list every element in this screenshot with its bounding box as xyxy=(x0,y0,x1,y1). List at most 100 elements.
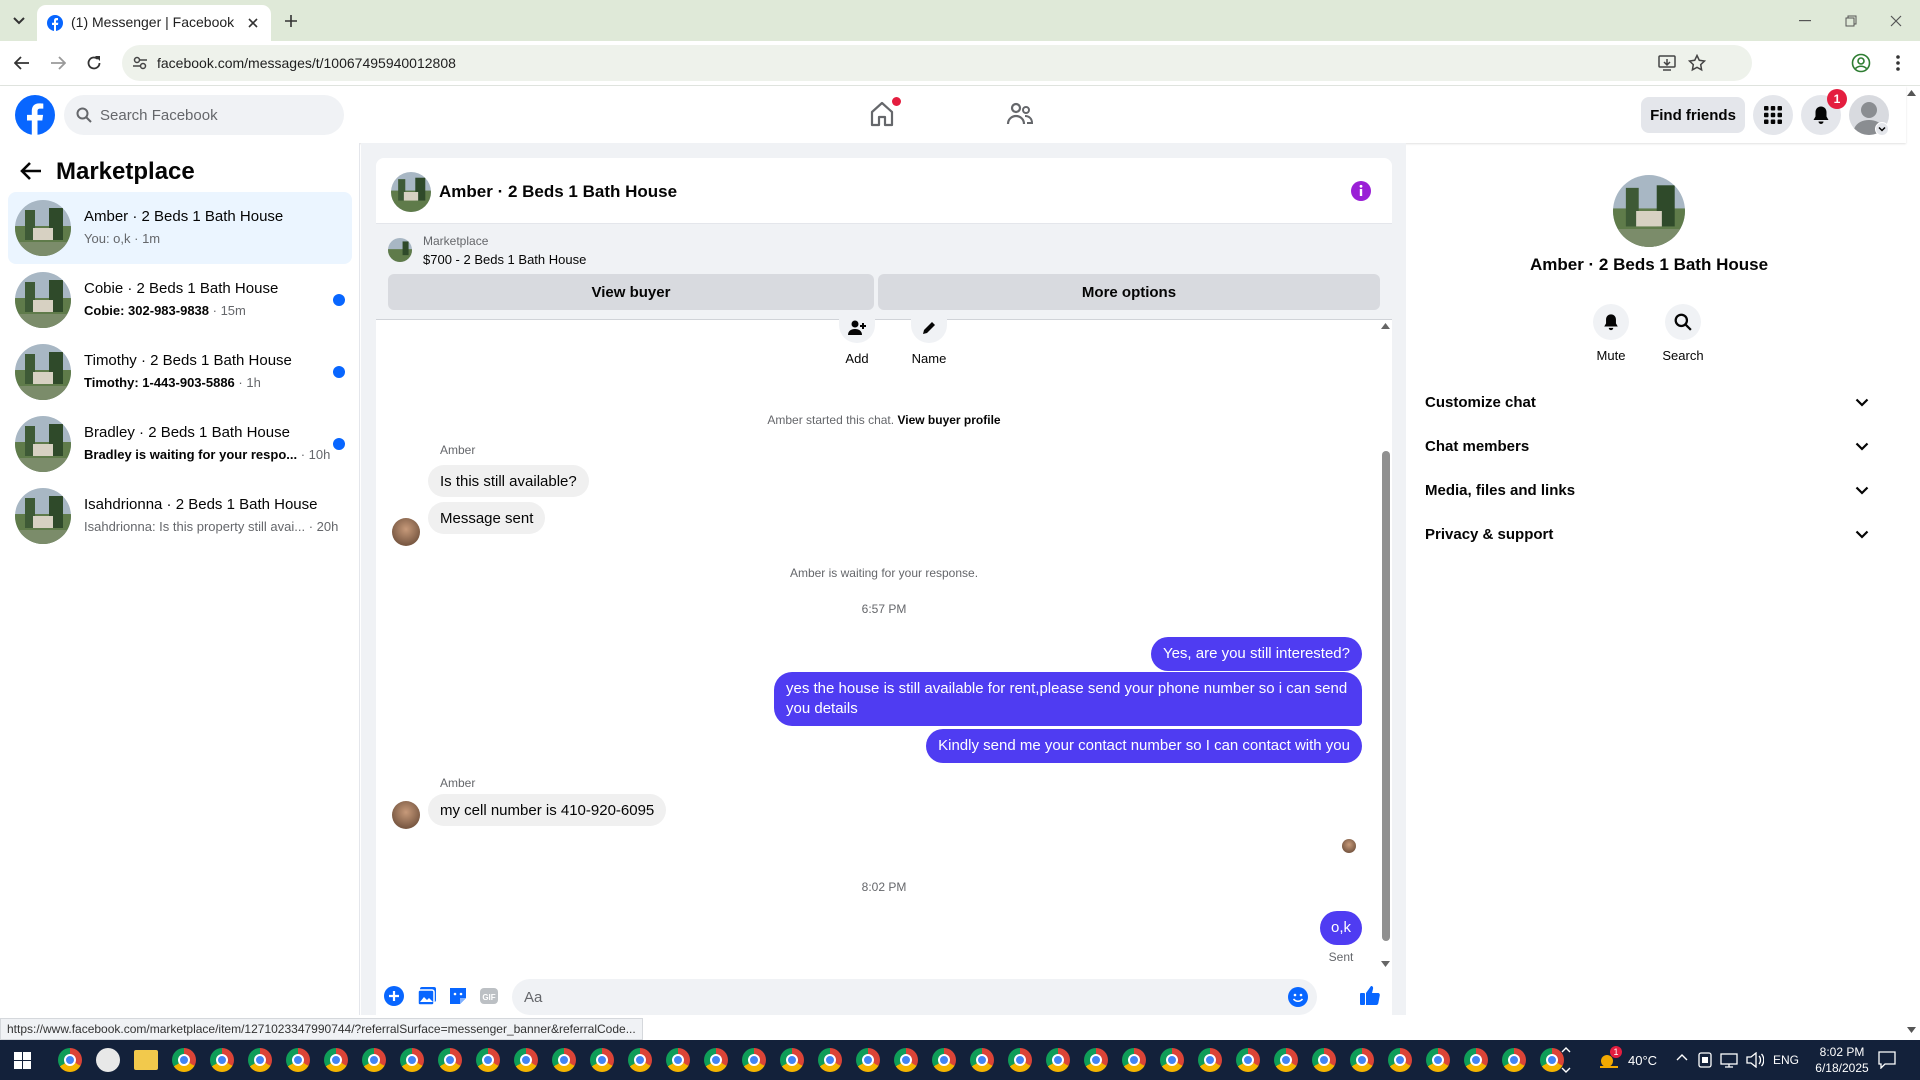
site-info-icon[interactable] xyxy=(132,55,148,71)
bookmark-star-icon[interactable] xyxy=(1688,54,1706,72)
view-buyer-button[interactable]: View buyer xyxy=(388,274,874,310)
find-friends-button[interactable]: Find friends xyxy=(1641,97,1745,133)
home-icon[interactable] xyxy=(868,97,901,128)
back-arrow-icon[interactable] xyxy=(20,161,42,181)
file-explorer-icon[interactable] xyxy=(134,1050,158,1070)
chrome-taskbar-icon[interactable] xyxy=(1008,1048,1032,1072)
chrome-taskbar-icon[interactable] xyxy=(514,1048,538,1072)
chrome-taskbar-icon[interactable] xyxy=(1502,1048,1526,1072)
chrome-taskbar-icon[interactable] xyxy=(1236,1048,1260,1072)
conversation-item-amber[interactable]: Amber · 2 Beds 1 Bath House You: o,k · 1… xyxy=(8,192,352,264)
message-scrollbar[interactable] xyxy=(1379,321,1392,971)
mute-action[interactable]: Mute xyxy=(1571,304,1651,363)
attach-photo-icon[interactable] xyxy=(417,986,437,1006)
name-action[interactable]: Name xyxy=(896,313,962,366)
chrome-taskbar-icon[interactable] xyxy=(1122,1048,1146,1072)
chrome-taskbar-icon[interactable] xyxy=(1350,1048,1374,1072)
chrome-taskbar-icon[interactable] xyxy=(1388,1048,1412,1072)
menu-grid-icon[interactable] xyxy=(1753,95,1793,135)
view-buyer-profile-link[interactable]: View buyer profile xyxy=(897,413,1000,427)
chrome-taskbar-icon[interactable] xyxy=(970,1048,994,1072)
add-people-action[interactable]: Add xyxy=(824,313,890,366)
chrome-taskbar-icon[interactable] xyxy=(476,1048,500,1072)
chrome-taskbar-icon[interactable] xyxy=(362,1048,386,1072)
chrome-taskbar-icon[interactable] xyxy=(932,1048,956,1072)
chrome-taskbar-icon[interactable] xyxy=(742,1048,766,1072)
message-input[interactable]: Aa xyxy=(512,979,1317,1015)
browser-menu-icon[interactable] xyxy=(1886,51,1910,75)
conversation-item-cobie[interactable]: Cobie · 2 Beds 1 Bath House Cobie: 302-9… xyxy=(8,264,352,336)
notification-center-icon[interactable] xyxy=(1878,1051,1896,1069)
chrome-taskbar-icon[interactable] xyxy=(1464,1048,1488,1072)
minimize-window-icon[interactable] xyxy=(1793,9,1817,33)
browser-tab-messenger[interactable]: (1) Messenger | Facebook xyxy=(37,5,271,41)
chrome-taskbar-icon[interactable] xyxy=(1198,1048,1222,1072)
chrome-taskbar-icon[interactable] xyxy=(1426,1048,1450,1072)
accordion-customize-chat[interactable]: Customize chat xyxy=(1425,380,1873,424)
chrome-taskbar-icon[interactable] xyxy=(400,1048,424,1072)
friends-icon[interactable] xyxy=(1006,100,1034,128)
chrome-taskbar-icon[interactable] xyxy=(172,1048,196,1072)
chat-avatar[interactable] xyxy=(391,172,431,212)
gif-icon[interactable]: GIF xyxy=(479,986,499,1006)
listing-thumbnail[interactable] xyxy=(388,238,412,262)
chrome-taskbar-icon[interactable] xyxy=(666,1048,690,1072)
chrome-taskbar-icon[interactable] xyxy=(856,1048,880,1072)
search-action[interactable]: Search xyxy=(1643,304,1723,363)
conversation-info-icon[interactable] xyxy=(1350,180,1372,202)
chrome-taskbar-icon[interactable] xyxy=(210,1048,234,1072)
sender-avatar[interactable] xyxy=(392,801,420,829)
chrome-taskbar-icon[interactable] xyxy=(590,1048,614,1072)
page-scroll-down-icon[interactable] xyxy=(1907,1027,1916,1033)
taskbar-overflow-icon[interactable] xyxy=(1561,1046,1571,1074)
scroll-up-arrow-icon[interactable] xyxy=(1381,323,1390,329)
scrollbar-thumb[interactable] xyxy=(1382,451,1390,941)
profile-icon[interactable] xyxy=(1849,51,1873,75)
search-facebook-input[interactable]: Search Facebook xyxy=(64,95,344,135)
chrome-taskbar-icon[interactable] xyxy=(438,1048,462,1072)
conversation-item-bradley[interactable]: Bradley · 2 Beds 1 Bath House Bradley is… xyxy=(8,408,352,480)
accordion-privacy-support[interactable]: Privacy & support xyxy=(1425,512,1873,556)
install-app-icon[interactable] xyxy=(1658,54,1676,72)
sticker-icon[interactable] xyxy=(448,986,468,1006)
chat-title[interactable]: Amber · 2 Beds 1 Bath House xyxy=(439,182,677,202)
chrome-taskbar-icon[interactable] xyxy=(1084,1048,1108,1072)
weather-icon[interactable]: 1 xyxy=(1598,1046,1622,1071)
listing-price-link[interactable]: $700 - 2 Beds 1 Bath House xyxy=(423,252,586,267)
page-scroll-up-icon[interactable] xyxy=(1907,90,1916,96)
chrome-taskbar-icon[interactable] xyxy=(552,1048,576,1072)
scroll-down-arrow-icon[interactable] xyxy=(1381,961,1390,967)
network-icon[interactable] xyxy=(1720,1052,1738,1068)
clock[interactable]: 8:02 PM 6/18/2025 xyxy=(1812,1044,1872,1076)
chrome-taskbar-icon[interactable] xyxy=(780,1048,804,1072)
accordion-chat-members[interactable]: Chat members xyxy=(1425,424,1873,468)
chrome-taskbar-icon[interactable] xyxy=(58,1048,82,1072)
close-window-icon[interactable] xyxy=(1884,9,1908,33)
notifications-bell-icon[interactable]: 1 xyxy=(1801,89,1847,135)
facebook-logo-icon[interactable] xyxy=(15,95,55,135)
tab-list-dropdown-icon[interactable] xyxy=(7,9,31,33)
conversation-item-isahdrionna[interactable]: Isahdrionna · 2 Beds 1 Bath House Isahdr… xyxy=(8,480,352,552)
info-avatar[interactable] xyxy=(1613,175,1685,247)
chrome-taskbar-icon[interactable] xyxy=(324,1048,348,1072)
new-tab-icon[interactable] xyxy=(279,9,303,33)
forward-arrow-icon[interactable] xyxy=(46,51,70,75)
conversation-item-timothy[interactable]: Timothy · 2 Beds 1 Bath House Timothy: 1… xyxy=(8,336,352,408)
language-indicator[interactable]: ENG xyxy=(1773,1053,1799,1067)
volume-icon[interactable] xyxy=(1746,1052,1764,1068)
more-options-button[interactable]: More options xyxy=(878,274,1380,310)
windows-start-icon[interactable] xyxy=(14,1052,31,1069)
restore-window-icon[interactable] xyxy=(1839,9,1863,33)
paint-taskbar-icon[interactable] xyxy=(96,1048,120,1072)
emoji-icon[interactable] xyxy=(1288,987,1308,1007)
chrome-taskbar-icon[interactable] xyxy=(628,1048,652,1072)
chrome-taskbar-icon[interactable] xyxy=(1160,1048,1184,1072)
chrome-taskbar-icon[interactable] xyxy=(894,1048,918,1072)
back-arrow-icon[interactable] xyxy=(10,51,34,75)
chrome-taskbar-icon[interactable] xyxy=(1046,1048,1070,1072)
address-bar[interactable]: facebook.com/messages/t/1006749594001280… xyxy=(122,45,1752,81)
chrome-taskbar-icon[interactable] xyxy=(1312,1048,1336,1072)
close-tab-icon[interactable] xyxy=(241,11,265,35)
like-thumbs-up-icon[interactable] xyxy=(1359,984,1381,1006)
sender-avatar[interactable] xyxy=(392,518,420,546)
